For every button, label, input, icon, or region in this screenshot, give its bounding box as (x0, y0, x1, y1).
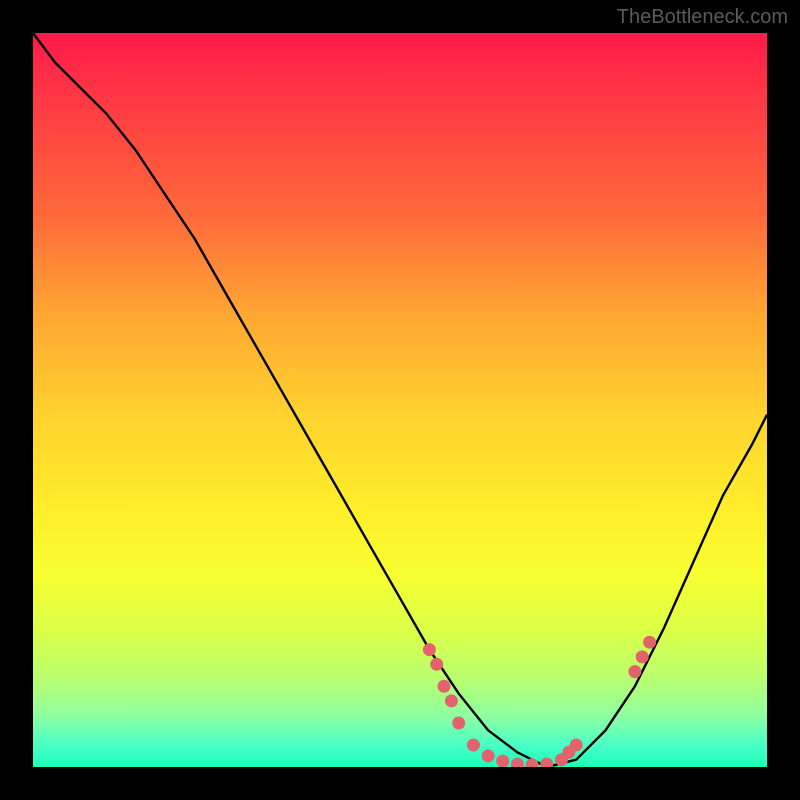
data-point (526, 758, 539, 767)
data-point (570, 739, 583, 752)
data-point (636, 650, 649, 663)
data-point (438, 680, 451, 693)
data-point (511, 758, 524, 767)
data-points-group (423, 636, 656, 767)
data-point (628, 665, 641, 678)
data-point (467, 739, 480, 752)
data-point (430, 658, 443, 671)
plot-area (33, 33, 767, 767)
curve-overlay (33, 33, 767, 767)
data-point (452, 717, 465, 730)
data-point (496, 755, 509, 767)
watermark-text: TheBottleneck.com (617, 6, 788, 29)
data-point (540, 758, 553, 767)
data-point (423, 643, 436, 656)
bottleneck-curve-line (33, 33, 767, 767)
data-point (643, 636, 656, 649)
data-point (482, 750, 495, 763)
data-point (445, 694, 458, 707)
